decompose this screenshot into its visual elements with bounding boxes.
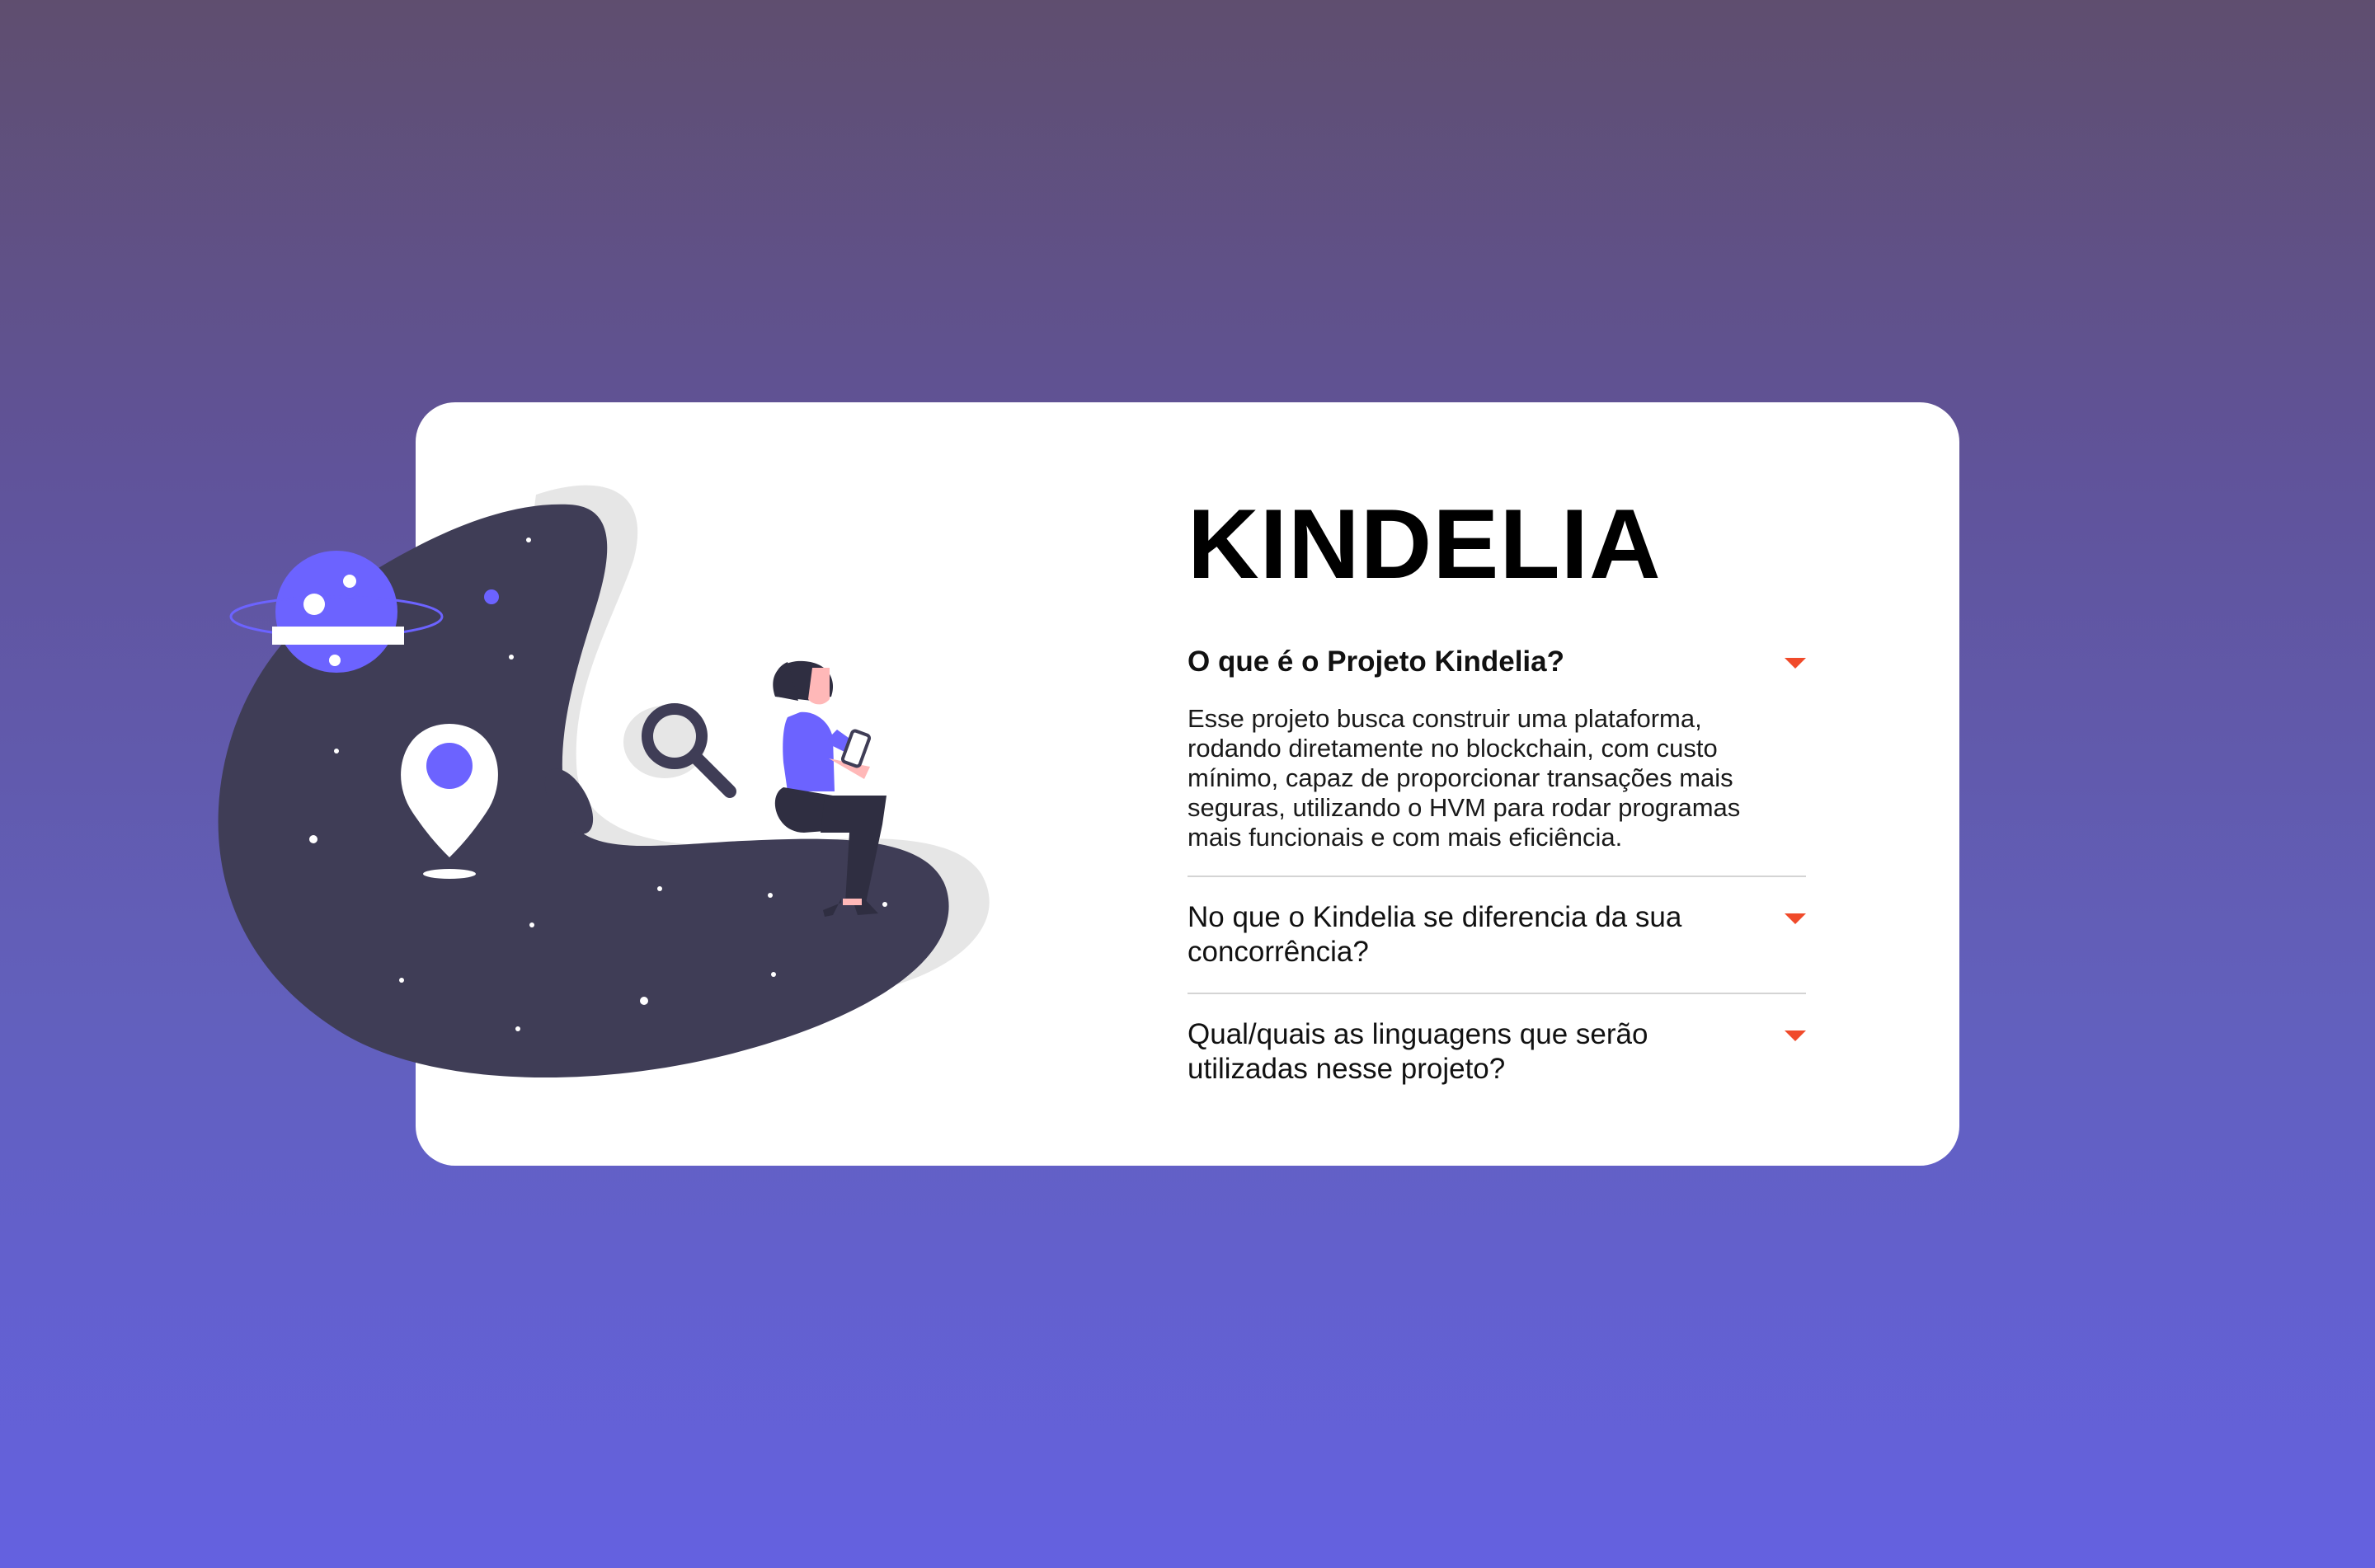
chevron-down-icon[interactable] [1785, 1030, 1806, 1041]
faq-question-text: O que é o Projeto Kindelia? [1188, 646, 1564, 678]
faq-item: O que é o Projeto Kindelia? Esse projeto… [1188, 645, 1806, 877]
faq-section: KINDELIA O que é o Projeto Kindelia? Ess… [1188, 486, 1806, 1133]
faq-question-text: Qual/quais as linguagens que serão utili… [1188, 1018, 1648, 1085]
star [309, 835, 317, 843]
star [399, 978, 404, 983]
page-title: KINDELIA [1188, 489, 1662, 599]
faq-answer-text: Esse projeto busca construir uma platafo… [1188, 704, 1741, 852]
chevron-down-icon[interactable] [1785, 658, 1806, 669]
faq-item: Qual/quais as linguagens que serão utili… [1188, 1017, 1806, 1110]
chevron-down-icon[interactable] [1785, 913, 1806, 924]
planet-icon [229, 551, 444, 673]
faq-question-text: No que o Kindelia se diferencia da sua c… [1188, 901, 1682, 968]
faq-question-toggle[interactable]: O que é o Projeto Kindelia? [1188, 645, 1806, 679]
faq-list: O que é o Projeto Kindelia? Esse projeto… [1188, 645, 1806, 1110]
faq-question-toggle[interactable]: Qual/quais as linguagens que serão utili… [1188, 1017, 1806, 1087]
star [334, 749, 339, 753]
faq-item: No que o Kindelia se diferencia da sua c… [1188, 900, 1806, 994]
faq-question-toggle[interactable]: No que o Kindelia se diferencia da sua c… [1188, 900, 1806, 969]
